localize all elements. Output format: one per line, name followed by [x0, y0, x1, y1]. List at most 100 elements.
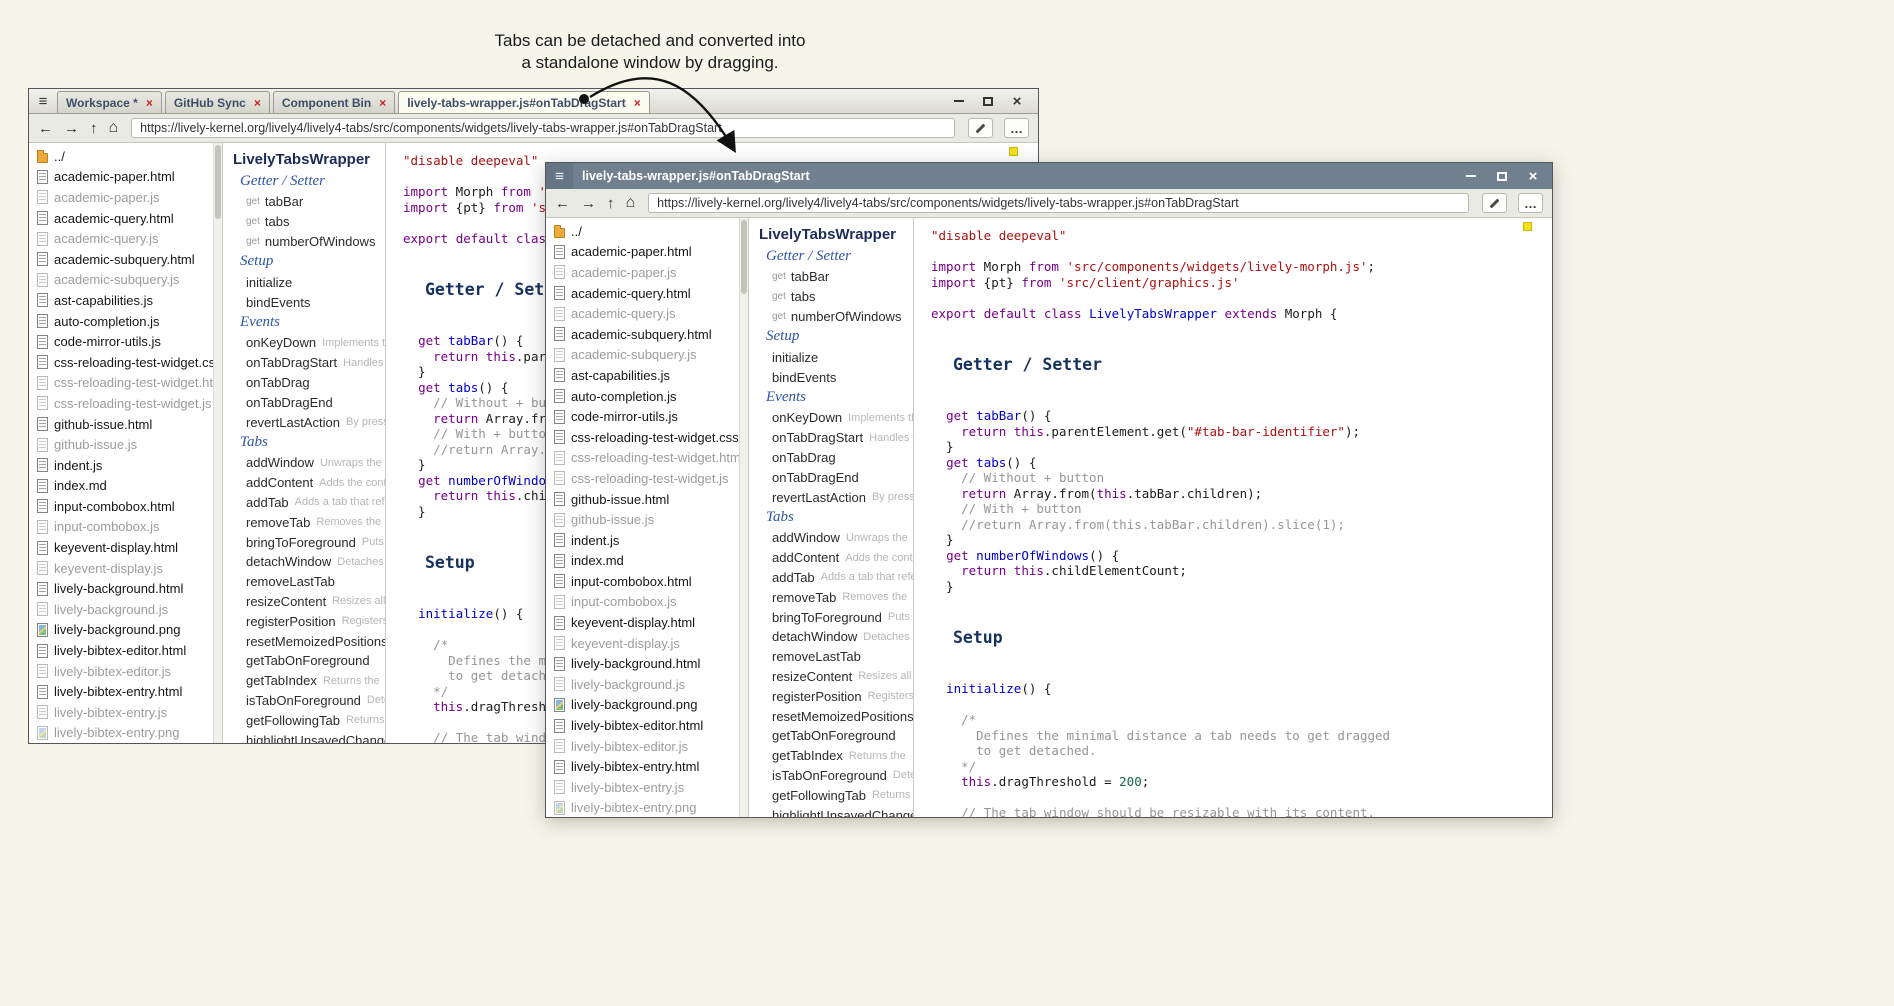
outline-method[interactable]: isTabOnForegroundDete	[759, 766, 913, 786]
outline-method[interactable]: gettabs	[759, 287, 913, 307]
tab-close-icon[interactable]: ×	[379, 96, 386, 110]
outline-method[interactable]: registerPositionRegisters	[759, 686, 913, 706]
file-item[interactable]: css-reloading-test-widget.js	[546, 468, 739, 489]
maximize-button[interactable]	[978, 92, 998, 110]
outline-method[interactable]: gettabBar	[233, 192, 385, 212]
outline-section-heading[interactable]: Getter / Setter	[233, 171, 385, 192]
file-item[interactable]: github-issue.js	[29, 434, 213, 455]
file-item[interactable]: academic-query.html	[29, 208, 213, 229]
tab[interactable]: Workspace *×	[57, 91, 162, 113]
outline-section-heading[interactable]: Tabs	[759, 507, 913, 528]
close-button[interactable]: ×	[1523, 167, 1543, 185]
file-item[interactable]: keyevent-display.html	[29, 537, 213, 558]
outline-section-heading[interactable]: Tabs	[233, 432, 385, 453]
outline-section-heading[interactable]: Setup	[233, 251, 385, 272]
outline-method[interactable]: revertLastActionBy pressing	[233, 412, 385, 432]
outline-method[interactable]: getnumberOfWindows	[759, 307, 913, 327]
up-button[interactable]: ↑	[607, 196, 615, 211]
file-item[interactable]: lively-bibtex-editor.js	[546, 736, 739, 757]
file-item[interactable]: input-combobox.js	[546, 592, 739, 613]
file-item[interactable]: index.md	[546, 551, 739, 572]
outline-method[interactable]: removeTabRemoves the	[759, 587, 913, 607]
front-window-titlebar[interactable]: ≡ lively-tabs-wrapper.js#onTabDragStart …	[546, 163, 1552, 189]
file-item[interactable]: css-reloading-test-widget.css	[29, 352, 213, 373]
tab[interactable]: Component Bin×	[273, 91, 395, 113]
outline-method[interactable]: removeLastTab	[233, 572, 385, 592]
tab[interactable]: GitHub Sync×	[165, 91, 270, 113]
file-item[interactable]: ../	[546, 221, 739, 242]
outline-method[interactable]: resizeContentResizes all	[233, 592, 385, 612]
outline-method[interactable]: onTabDragEnd	[233, 392, 385, 412]
file-item[interactable]: lively-background.html	[546, 653, 739, 674]
menu-icon[interactable]: ≡	[35, 94, 51, 109]
outline-method[interactable]: onTabDrag	[759, 448, 913, 468]
file-item[interactable]: keyevent-display.js	[29, 558, 213, 579]
file-item[interactable]: keyevent-display.js	[546, 633, 739, 654]
file-item[interactable]: lively-background.js	[29, 599, 213, 620]
scrollbar-thumb[interactable]	[741, 220, 747, 294]
outline-method[interactable]: onKeyDownImplements the	[233, 333, 385, 353]
file-item[interactable]: academic-query.js	[546, 303, 739, 324]
file-item[interactable]: academic-paper.html	[546, 242, 739, 263]
file-list-scrollbar[interactable]	[213, 143, 222, 743]
file-item[interactable]: input-combobox.html	[29, 496, 213, 517]
file-item[interactable]: ../	[29, 146, 213, 167]
more-button[interactable]: …	[1004, 118, 1029, 138]
file-item[interactable]: auto-completion.js	[546, 386, 739, 407]
file-item[interactable]: auto-completion.js	[29, 311, 213, 332]
file-item[interactable]: academic-subquery.js	[546, 345, 739, 366]
file-item[interactable]: academic-subquery.js	[29, 270, 213, 291]
file-item[interactable]: ast-capabilities.js	[29, 290, 213, 311]
outline-method[interactable]: getTabOnForeground	[233, 651, 385, 671]
outline-method[interactable]: highlightUnsavedChanges	[233, 730, 385, 743]
outline-method[interactable]: getnumberOfWindows	[233, 232, 385, 252]
home-button[interactable]: ⌂	[626, 195, 636, 211]
outline-section-heading[interactable]: Getter / Setter	[759, 246, 913, 267]
file-item[interactable]: css-reloading-test-widget.css	[546, 427, 739, 448]
back-button[interactable]: ←	[555, 196, 570, 211]
menu-icon[interactable]: ≡	[546, 163, 573, 189]
file-list-scrollbar[interactable]	[739, 218, 748, 817]
maximize-button[interactable]	[1492, 167, 1512, 185]
url-input[interactable]: https://lively-kernel.org/lively4/lively…	[648, 193, 1469, 213]
file-item[interactable]: lively-bibtex-editor.html	[546, 715, 739, 736]
outline-method[interactable]: registerPositionRegisters	[233, 611, 385, 631]
tab[interactable]: lively-tabs-wrapper.js#onTabDragStart×	[398, 91, 650, 113]
outline-method[interactable]: bringToForegroundPuts	[759, 607, 913, 627]
outline-section-heading[interactable]: Events	[233, 312, 385, 333]
more-button[interactable]: …	[1518, 193, 1543, 213]
file-item[interactable]: lively-bibtex-entry.js	[546, 777, 739, 798]
edit-button[interactable]	[1482, 193, 1507, 213]
file-item[interactable]: github-issue.html	[546, 489, 739, 510]
back-button[interactable]: ←	[38, 121, 53, 136]
file-item[interactable]: lively-bibtex-entry.html	[546, 756, 739, 777]
annotation-marker-icon[interactable]	[1523, 222, 1532, 231]
home-button[interactable]: ⌂	[109, 120, 119, 136]
file-item[interactable]: css-reloading-test-widget.html	[546, 448, 739, 469]
file-item[interactable]: code-mirror-utils.js	[546, 406, 739, 427]
outline-method[interactable]: getTabOnForeground	[759, 726, 913, 746]
outline-method[interactable]: isTabOnForegroundDete	[233, 691, 385, 711]
outline-method[interactable]: addContentAdds the conten	[233, 473, 385, 493]
file-item[interactable]: input-combobox.js	[29, 517, 213, 538]
outline-method[interactable]: bringToForegroundPuts	[233, 532, 385, 552]
outline-method[interactable]: bindEvents	[759, 367, 913, 387]
outline-method[interactable]: getTabIndexReturns the	[233, 671, 385, 691]
outline-method[interactable]: initialize	[759, 347, 913, 367]
outline-method[interactable]: gettabBar	[759, 267, 913, 287]
file-item[interactable]: lively-bibtex-entry.png	[546, 798, 739, 817]
file-item[interactable]: lively-background.js	[546, 674, 739, 695]
file-item[interactable]: lively-background.html	[29, 578, 213, 599]
outline-section-heading[interactable]: Events	[759, 387, 913, 408]
outline-method[interactable]: onTabDrag	[233, 373, 385, 393]
file-item[interactable]: indent.js	[546, 530, 739, 551]
url-input[interactable]: https://lively-kernel.org/lively4/lively…	[131, 118, 955, 138]
up-button[interactable]: ↑	[90, 121, 98, 136]
file-item[interactable]: code-mirror-utils.js	[29, 331, 213, 352]
annotation-marker-icon[interactable]	[1009, 147, 1018, 156]
outline-method[interactable]: highlightUnsavedChanges	[759, 805, 913, 817]
file-item[interactable]: github-issue.html	[29, 414, 213, 435]
outline-method[interactable]: detachWindowDetaches	[759, 627, 913, 647]
file-item[interactable]: lively-bibtex-entry.html	[29, 681, 213, 702]
outline-method[interactable]: revertLastActionBy pressing	[759, 487, 913, 507]
